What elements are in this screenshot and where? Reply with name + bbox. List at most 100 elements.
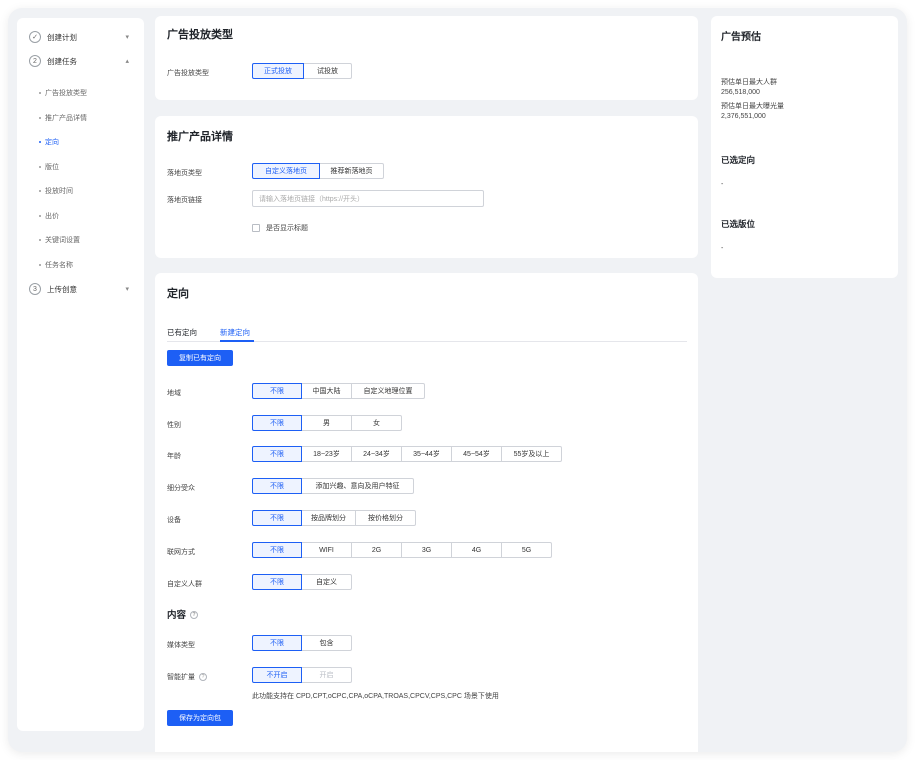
max-people-value: 256,518,000 bbox=[721, 89, 760, 96]
option-add-interests[interactable]: 添加兴趣、意向及用户特征 bbox=[302, 478, 414, 494]
estimate-title: 广告预估 bbox=[721, 32, 761, 43]
sub-item-label: 出价 bbox=[45, 213, 59, 220]
tab-active-indicator bbox=[220, 340, 254, 342]
option-formal[interactable]: 正式投放 bbox=[252, 63, 304, 79]
estimate-panel: 广告预估 预估单日最大人群 256,518,000 预估单日最大曝光量 2,37… bbox=[711, 16, 898, 278]
chevron-down-icon[interactable]: ▾ bbox=[125, 285, 129, 293]
help-icon[interactable]: ? bbox=[190, 611, 199, 620]
bullet-icon bbox=[39, 190, 41, 192]
show-title-checkbox[interactable]: 是否显示标题 bbox=[252, 223, 308, 233]
landing-link-label: 落地页链接 bbox=[167, 197, 202, 204]
tab-new-targeting[interactable]: 新建定向 bbox=[220, 327, 250, 338]
selected-slots-title: 已选版位 bbox=[721, 219, 756, 229]
option-unlimited[interactable]: 不限 bbox=[252, 478, 302, 494]
option-by-price[interactable]: 按价格划分 bbox=[356, 510, 416, 526]
app-frame: ✓ 创建计划 ▾ 2 创建任务 ▴ 广告投放类型 推广产品详情 定向 版位 投放… bbox=[8, 8, 907, 752]
check-icon: ✓ bbox=[29, 31, 41, 43]
content-section-title: 内容? bbox=[167, 607, 199, 621]
selected-targeting-title: 已选定向 bbox=[721, 155, 756, 165]
selected-targeting-value: - bbox=[721, 181, 724, 188]
custom-audience-selector: 不限 自定义 bbox=[252, 574, 352, 590]
option-unlimited[interactable]: 不限 bbox=[252, 574, 302, 590]
sub-item-ad-type[interactable]: 广告投放类型 bbox=[39, 88, 87, 98]
chevron-down-icon[interactable]: ▾ bbox=[125, 33, 129, 41]
age-label: 年龄 bbox=[167, 453, 181, 460]
ad-type-label: 广告投放类型 bbox=[167, 70, 209, 77]
option-unlimited[interactable]: 不限 bbox=[252, 542, 302, 558]
option-unlimited[interactable]: 不限 bbox=[252, 415, 302, 431]
option-on[interactable]: 开启 bbox=[302, 667, 352, 683]
sub-item-product[interactable]: 推广产品详情 bbox=[39, 113, 87, 123]
targeting-card: 定向 已有定向 新建定向 复制已有定向 地域 不限 中国大陆 自定义地理位置 性… bbox=[155, 273, 698, 752]
chevron-up-icon[interactable]: ▴ bbox=[125, 57, 129, 65]
sub-item-keywords[interactable]: 关键词设置 bbox=[39, 235, 80, 245]
bullet-icon bbox=[39, 264, 41, 266]
ad-type-selector: 正式投放 试投放 bbox=[252, 63, 352, 79]
option-mainland[interactable]: 中国大陆 bbox=[302, 383, 352, 399]
checkbox-box[interactable] bbox=[252, 224, 260, 232]
step-number: 2 bbox=[29, 55, 41, 67]
region-label: 地域 bbox=[167, 390, 181, 397]
option-5g[interactable]: 5G bbox=[502, 542, 552, 558]
option-age-55-plus[interactable]: 55岁及以上 bbox=[502, 446, 562, 462]
smart-expand-note: 此功能支持在 CPD,CPT,oCPC,CPA,oCPA,TROAS,CPCV,… bbox=[252, 693, 499, 700]
card-title: 广告投放类型 bbox=[167, 29, 233, 41]
card-title: 推广产品详情 bbox=[167, 131, 233, 143]
option-male[interactable]: 男 bbox=[302, 415, 352, 431]
option-unlimited[interactable]: 不限 bbox=[252, 446, 302, 462]
selected-slots-value: - bbox=[721, 245, 724, 252]
sub-item-slots[interactable]: 版位 bbox=[39, 162, 59, 172]
step-create-plan[interactable]: ✓ 创建计划 ▾ bbox=[29, 30, 129, 44]
option-custom-location[interactable]: 自定义地理位置 bbox=[352, 383, 425, 399]
option-by-brand[interactable]: 按品牌划分 bbox=[302, 510, 356, 526]
checkbox-label: 是否显示标题 bbox=[266, 225, 308, 232]
option-custom-landing[interactable]: 自定义落地页 bbox=[252, 163, 320, 179]
option-trial[interactable]: 试投放 bbox=[304, 63, 352, 79]
save-targeting-package-button[interactable]: 保存为定向包 bbox=[167, 710, 233, 726]
media-type-label: 媒体类型 bbox=[167, 642, 195, 649]
card-title: 定向 bbox=[167, 288, 189, 300]
help-icon[interactable]: ? bbox=[199, 673, 207, 682]
sub-item-schedule[interactable]: 投放时间 bbox=[39, 186, 73, 196]
bullet-icon bbox=[39, 239, 41, 241]
tab-existing-targeting[interactable]: 已有定向 bbox=[167, 327, 197, 338]
max-exposure-value: 2,376,551,000 bbox=[721, 113, 766, 120]
landing-type-label: 落地页类型 bbox=[167, 170, 202, 177]
option-age-35-44[interactable]: 35~44岁 bbox=[402, 446, 452, 462]
option-age-24-34[interactable]: 24~34岁 bbox=[352, 446, 402, 462]
option-female[interactable]: 女 bbox=[352, 415, 402, 431]
sub-item-task-name[interactable]: 任务名称 bbox=[39, 260, 73, 270]
option-custom[interactable]: 自定义 bbox=[302, 574, 352, 590]
option-age-18-23[interactable]: 18~23岁 bbox=[302, 446, 352, 462]
option-off[interactable]: 不开启 bbox=[252, 667, 302, 683]
option-4g[interactable]: 4G bbox=[452, 542, 502, 558]
landing-link-input[interactable]: 请输入落地页链接（https://开头） bbox=[252, 190, 484, 207]
option-3g[interactable]: 3G bbox=[402, 542, 452, 558]
smart-expand-selector: 不开启 开启 bbox=[252, 667, 352, 683]
sub-item-label: 关键词设置 bbox=[45, 237, 80, 244]
sub-item-bid[interactable]: 出价 bbox=[39, 211, 59, 221]
smart-expand-text: 智能扩量 bbox=[167, 674, 195, 681]
step-upload-creative[interactable]: 3 上传创意 ▾ bbox=[29, 282, 129, 296]
gender-selector: 不限 男 女 bbox=[252, 415, 402, 431]
copy-targeting-button[interactable]: 复制已有定向 bbox=[167, 350, 233, 366]
step-navigation: ✓ 创建计划 ▾ 2 创建任务 ▴ 广告投放类型 推广产品详情 定向 版位 投放… bbox=[17, 18, 144, 731]
option-recommended-landing[interactable]: 推荐新落地页 bbox=[320, 163, 384, 179]
audience-label: 细分受众 bbox=[167, 485, 195, 492]
sub-item-targeting[interactable]: 定向 bbox=[39, 137, 59, 147]
product-card: 推广产品详情 落地页类型 自定义落地页 推荐新落地页 落地页链接 请输入落地页链… bbox=[155, 116, 698, 258]
content-title-text: 内容 bbox=[167, 610, 187, 621]
option-wifi[interactable]: WIFI bbox=[302, 542, 352, 558]
step-label: 上传创意 bbox=[47, 284, 77, 294]
step-create-task[interactable]: 2 创建任务 ▴ bbox=[29, 54, 129, 68]
option-unlimited[interactable]: 不限 bbox=[252, 635, 302, 651]
option-unlimited[interactable]: 不限 bbox=[252, 383, 302, 399]
option-age-45-54[interactable]: 45~54岁 bbox=[452, 446, 502, 462]
device-selector: 不限 按品牌划分 按价格划分 bbox=[252, 510, 416, 526]
option-2g[interactable]: 2G bbox=[352, 542, 402, 558]
max-people-label: 预估单日最大人群 bbox=[721, 79, 777, 86]
network-label: 联网方式 bbox=[167, 549, 195, 556]
sub-item-label: 定向 bbox=[45, 139, 59, 146]
option-include[interactable]: 包含 bbox=[302, 635, 352, 651]
option-unlimited[interactable]: 不限 bbox=[252, 510, 302, 526]
